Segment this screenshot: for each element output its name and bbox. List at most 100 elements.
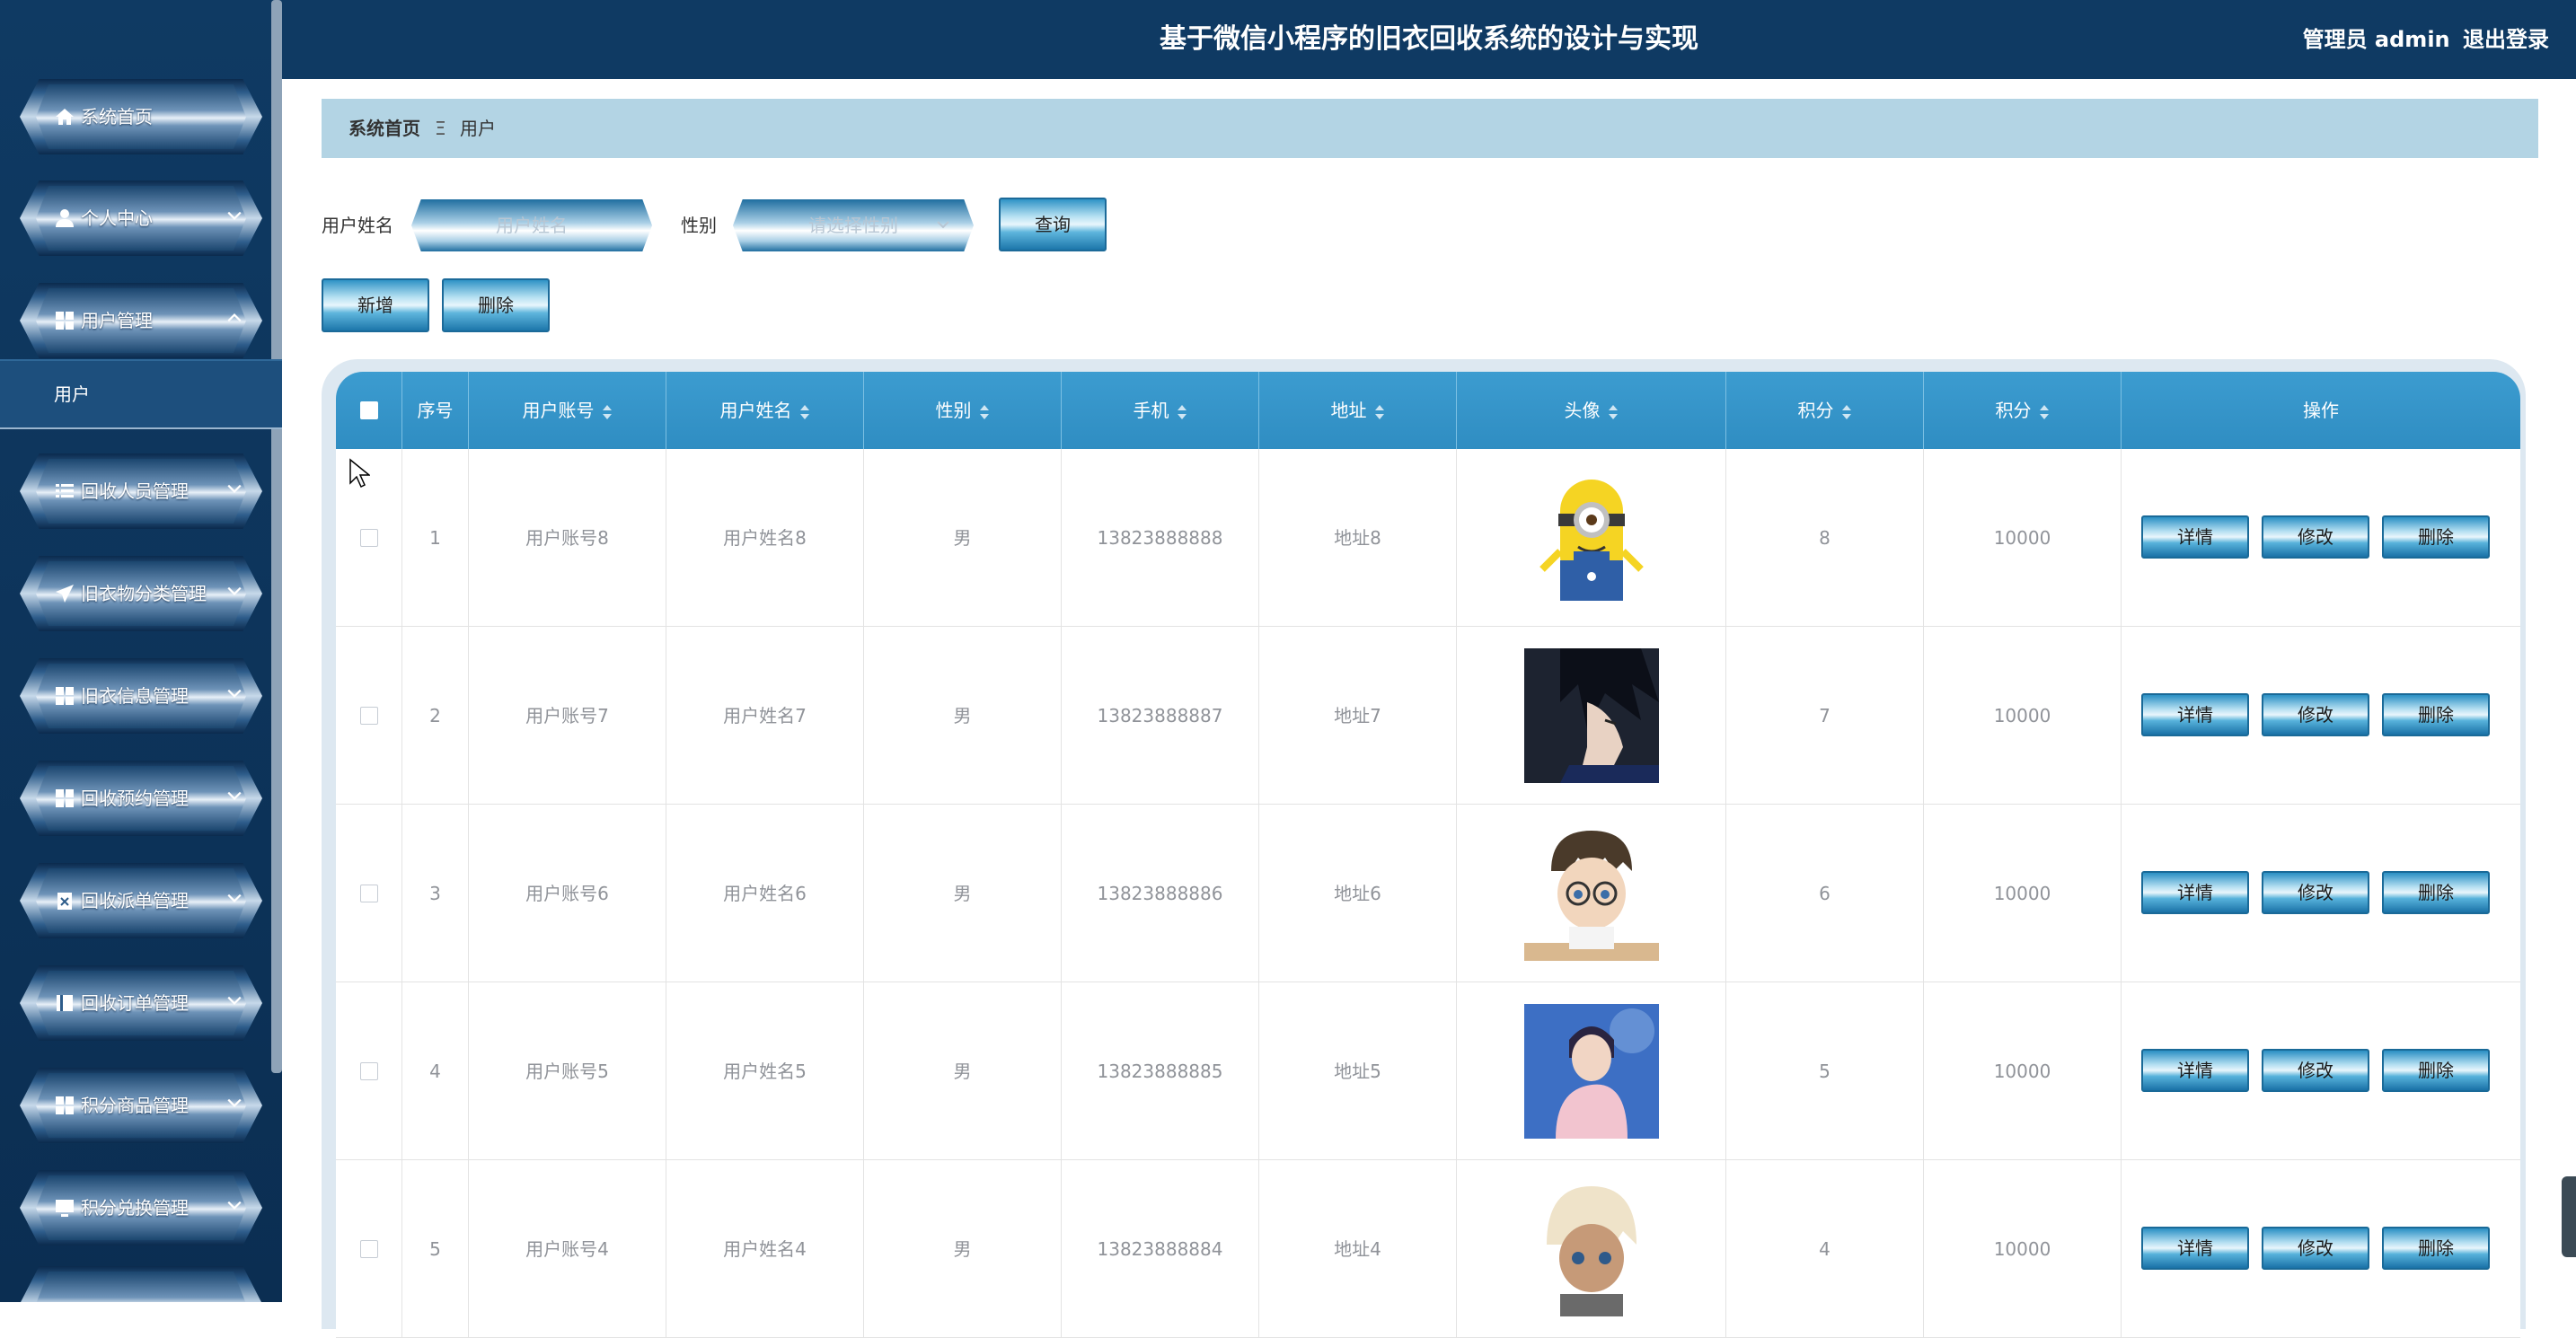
batch-delete-button[interactable]: 删除 [442,278,550,332]
address-cell: 地址8 [1259,449,1457,627]
sort-icon[interactable] [799,404,810,420]
account-cell: 用户账号6 [469,805,666,982]
delete-button[interactable]: 删除 [2382,871,2490,914]
sort-icon[interactable] [1374,404,1385,420]
sidebar-item-label: 积分商品管理 [81,1095,189,1116]
detail-button[interactable]: 详情 [2141,871,2249,914]
sort-icon[interactable] [2039,404,2050,420]
sort-icon[interactable] [602,404,613,420]
name-cell: 用户姓名4 [666,1160,864,1338]
column-header-avatar[interactable]: 头像 [1457,372,1726,449]
sidebar-item-points-goods-management[interactable]: 积分商品管理 [20,1068,262,1143]
column-header-gender[interactable]: 性别 [864,372,1062,449]
edit-button[interactable]: 修改 [2262,515,2369,559]
column-header-phone[interactable]: 手机 [1062,372,1259,449]
sidebar-subitem-user[interactable]: 用户 [0,359,282,429]
row-checkbox[interactable] [360,1240,378,1258]
detail-button[interactable]: 详情 [2141,515,2249,559]
breadcrumb: 系统首页 Ξ 用户 [322,99,2538,158]
actions-cell: 详情 修改 删除 [2122,1160,2520,1338]
anime-pink-shirt-avatar[interactable] [1524,1004,1659,1139]
table-row: 5 用户账号4 用户姓名4 男 13823888884 地址4 4 10000 … [336,1160,2520,1338]
column-header-account[interactable]: 用户账号 [469,372,666,449]
edit-button[interactable]: 修改 [2262,1227,2369,1270]
edit-button[interactable]: 修改 [2262,1049,2369,1092]
points2-cell: 10000 [1924,982,2122,1160]
sort-icon[interactable] [979,404,990,420]
delete-button[interactable]: 删除 [2382,693,2490,736]
delete-button[interactable]: 删除 [2382,515,2490,559]
edit-button[interactable]: 修改 [2262,693,2369,736]
query-button-label: 查询 [1035,214,1071,235]
chevron-down-icon [227,1201,242,1210]
chevron-down-icon [937,221,949,229]
account-cell: 用户账号5 [469,982,666,1160]
top-header: 基于微信小程序的旧衣回收系统的设计与实现 管理员 admin 退出登录 [282,0,2576,79]
row-checkbox[interactable] [360,885,378,902]
minion-avatar[interactable] [1524,471,1659,605]
sidebar-item-more[interactable] [20,1266,262,1302]
gender-cell: 男 [864,982,1062,1160]
column-header-points-2[interactable]: 积分 [1924,372,2122,449]
table-header: 序号 用户账号 用户姓名 性别 手机 地址 头像 积分 积分 操作 [336,372,2520,449]
user-icon [56,209,74,227]
actions-cell: 详情 修改 删除 [2122,449,2520,627]
sidebar-item-label: 回收订单管理 [81,992,189,1014]
grid-icon [56,687,74,705]
sort-icon[interactable] [1177,404,1187,420]
sidebar-item-recycler-management[interactable]: 回收人员管理 [20,453,262,529]
sidebar-item-personal-center[interactable]: 个人中心 [20,180,262,256]
gender-select-label: 性别 [681,215,717,236]
points-cell: 5 [1726,982,1924,1160]
edit-button[interactable]: 修改 [2262,871,2369,914]
column-header-address[interactable]: 地址 [1259,372,1457,449]
name-search-input[interactable]: 用户姓名 [411,199,652,251]
anime-dark-hair-avatar[interactable] [1524,648,1659,783]
breadcrumb-home[interactable]: 系统首页 [348,99,420,158]
sidebar-item-home[interactable]: 系统首页 [20,79,262,154]
avatar-cell [1457,1160,1726,1338]
sidebar-item-user-management[interactable]: 用户管理 [20,283,262,358]
sidebar-item-label: 旧衣信息管理 [81,685,189,707]
address-cell: 地址5 [1259,982,1457,1160]
batch-delete-button-label: 删除 [478,295,514,316]
breadcrumb-current: 用户 [460,118,496,139]
delete-button[interactable]: 删除 [2382,1049,2490,1092]
sidebar-item-dispatch-management[interactable]: 回收派单管理 [20,863,262,938]
anime-blonde-avatar[interactable] [1524,1182,1659,1316]
detail-button[interactable]: 详情 [2141,1227,2249,1270]
column-header-name[interactable]: 用户姓名 [666,372,864,449]
detail-button[interactable]: 详情 [2141,1049,2249,1092]
detail-button[interactable]: 详情 [2141,693,2249,736]
sidebar-item-clothing-category-management[interactable]: 旧衣物分类管理 [20,556,262,631]
add-button[interactable]: 新增 [322,278,429,332]
sort-icon[interactable] [1841,404,1852,420]
sidebar-item-clothing-info-management[interactable]: 旧衣信息管理 [20,658,262,734]
sidebar-item-label: 旧衣物分类管理 [81,583,207,604]
breadcrumb-separator: Ξ [435,118,446,139]
chevron-down-icon [227,893,242,902]
index-cell: 4 [402,982,469,1160]
select-all-checkbox[interactable] [360,401,378,419]
sidebar-scrollbar[interactable] [271,0,282,1073]
sidebar-item-points-exchange-management[interactable]: 积分兑换管理 [20,1170,262,1246]
side-floating-tab[interactable] [2562,1176,2576,1257]
anime-glasses-avatar[interactable] [1524,826,1659,961]
row-checkbox[interactable] [360,707,378,725]
sidebar-item-recycle-appointment-management[interactable]: 回收预约管理 [20,761,262,836]
row-checkbox[interactable] [360,529,378,547]
sort-icon[interactable] [1608,404,1619,420]
sidebar-item-order-management[interactable]: 回收订单管理 [20,965,262,1041]
header-select-all-cell [336,372,402,449]
delete-button[interactable]: 删除 [2382,1227,2490,1270]
row-checkbox[interactable] [360,1062,378,1080]
table-row: 1 用户账号8 用户姓名8 男 13823888888 地址8 8 10000 … [336,449,2520,627]
gender-select[interactable]: 请选择性别 [733,199,974,251]
list-icon [56,484,74,497]
index-cell: 2 [402,627,469,805]
actions-cell: 详情 修改 删除 [2122,982,2520,1160]
logout-link[interactable]: 退出登录 [2463,27,2549,52]
index-cell: 1 [402,449,469,627]
query-button[interactable]: 查询 [999,198,1107,251]
column-header-points[interactable]: 积分 [1726,372,1924,449]
